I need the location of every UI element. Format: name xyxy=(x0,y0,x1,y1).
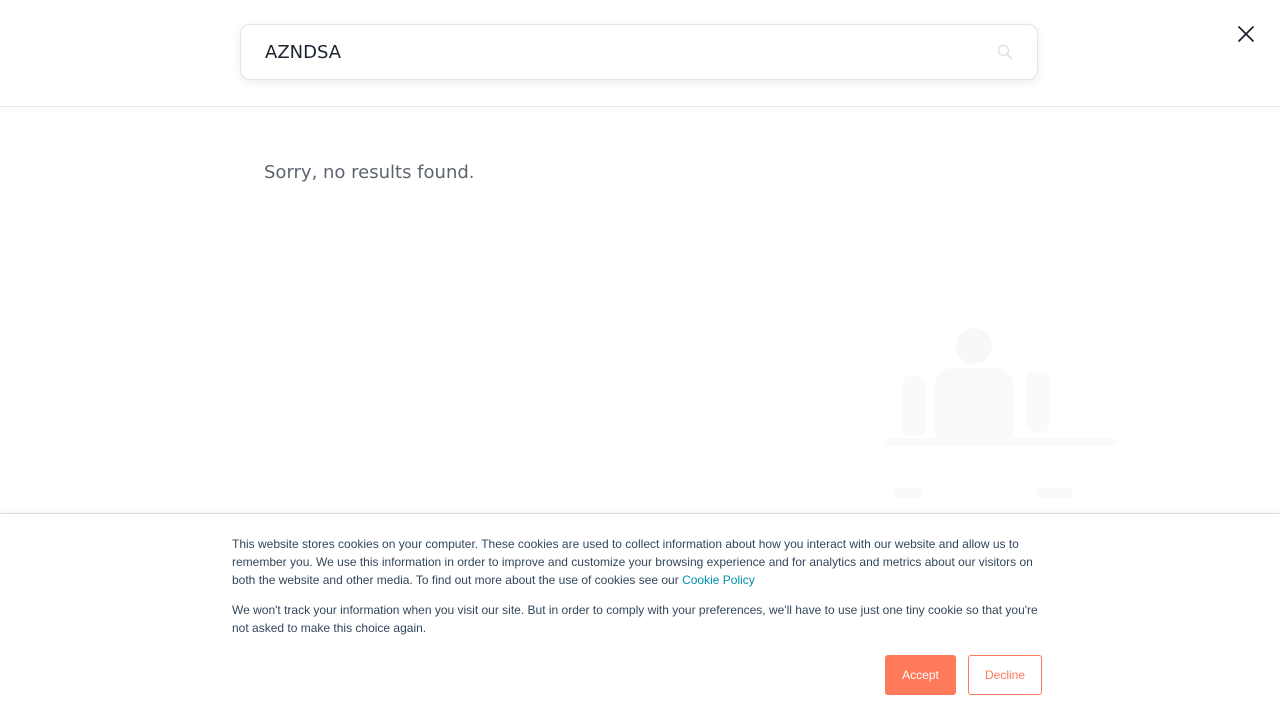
cookie-paragraph-2: We won't track your information when you… xyxy=(232,603,1038,635)
accept-button[interactable]: Accept xyxy=(885,655,956,695)
cookie-policy-link[interactable]: Cookie Policy xyxy=(682,573,755,587)
close-icon[interactable] xyxy=(1234,22,1258,46)
search-overlay xyxy=(0,0,1280,107)
search-input[interactable] xyxy=(265,25,985,79)
search-icon[interactable] xyxy=(997,44,1013,60)
page: Sorry, no results found. This website st… xyxy=(0,0,1280,720)
cookie-paragraph-1-text: This website stores cookies on your comp… xyxy=(232,537,1033,587)
search-box[interactable] xyxy=(240,24,1038,80)
cookie-paragraph-1: This website stores cookies on your comp… xyxy=(232,535,1052,589)
no-results-message: Sorry, no results found. xyxy=(264,162,475,183)
decline-button[interactable]: Decline xyxy=(968,655,1042,695)
background-illustration xyxy=(886,328,1116,498)
cookie-banner: This website stores cookies on your comp… xyxy=(0,513,1280,720)
